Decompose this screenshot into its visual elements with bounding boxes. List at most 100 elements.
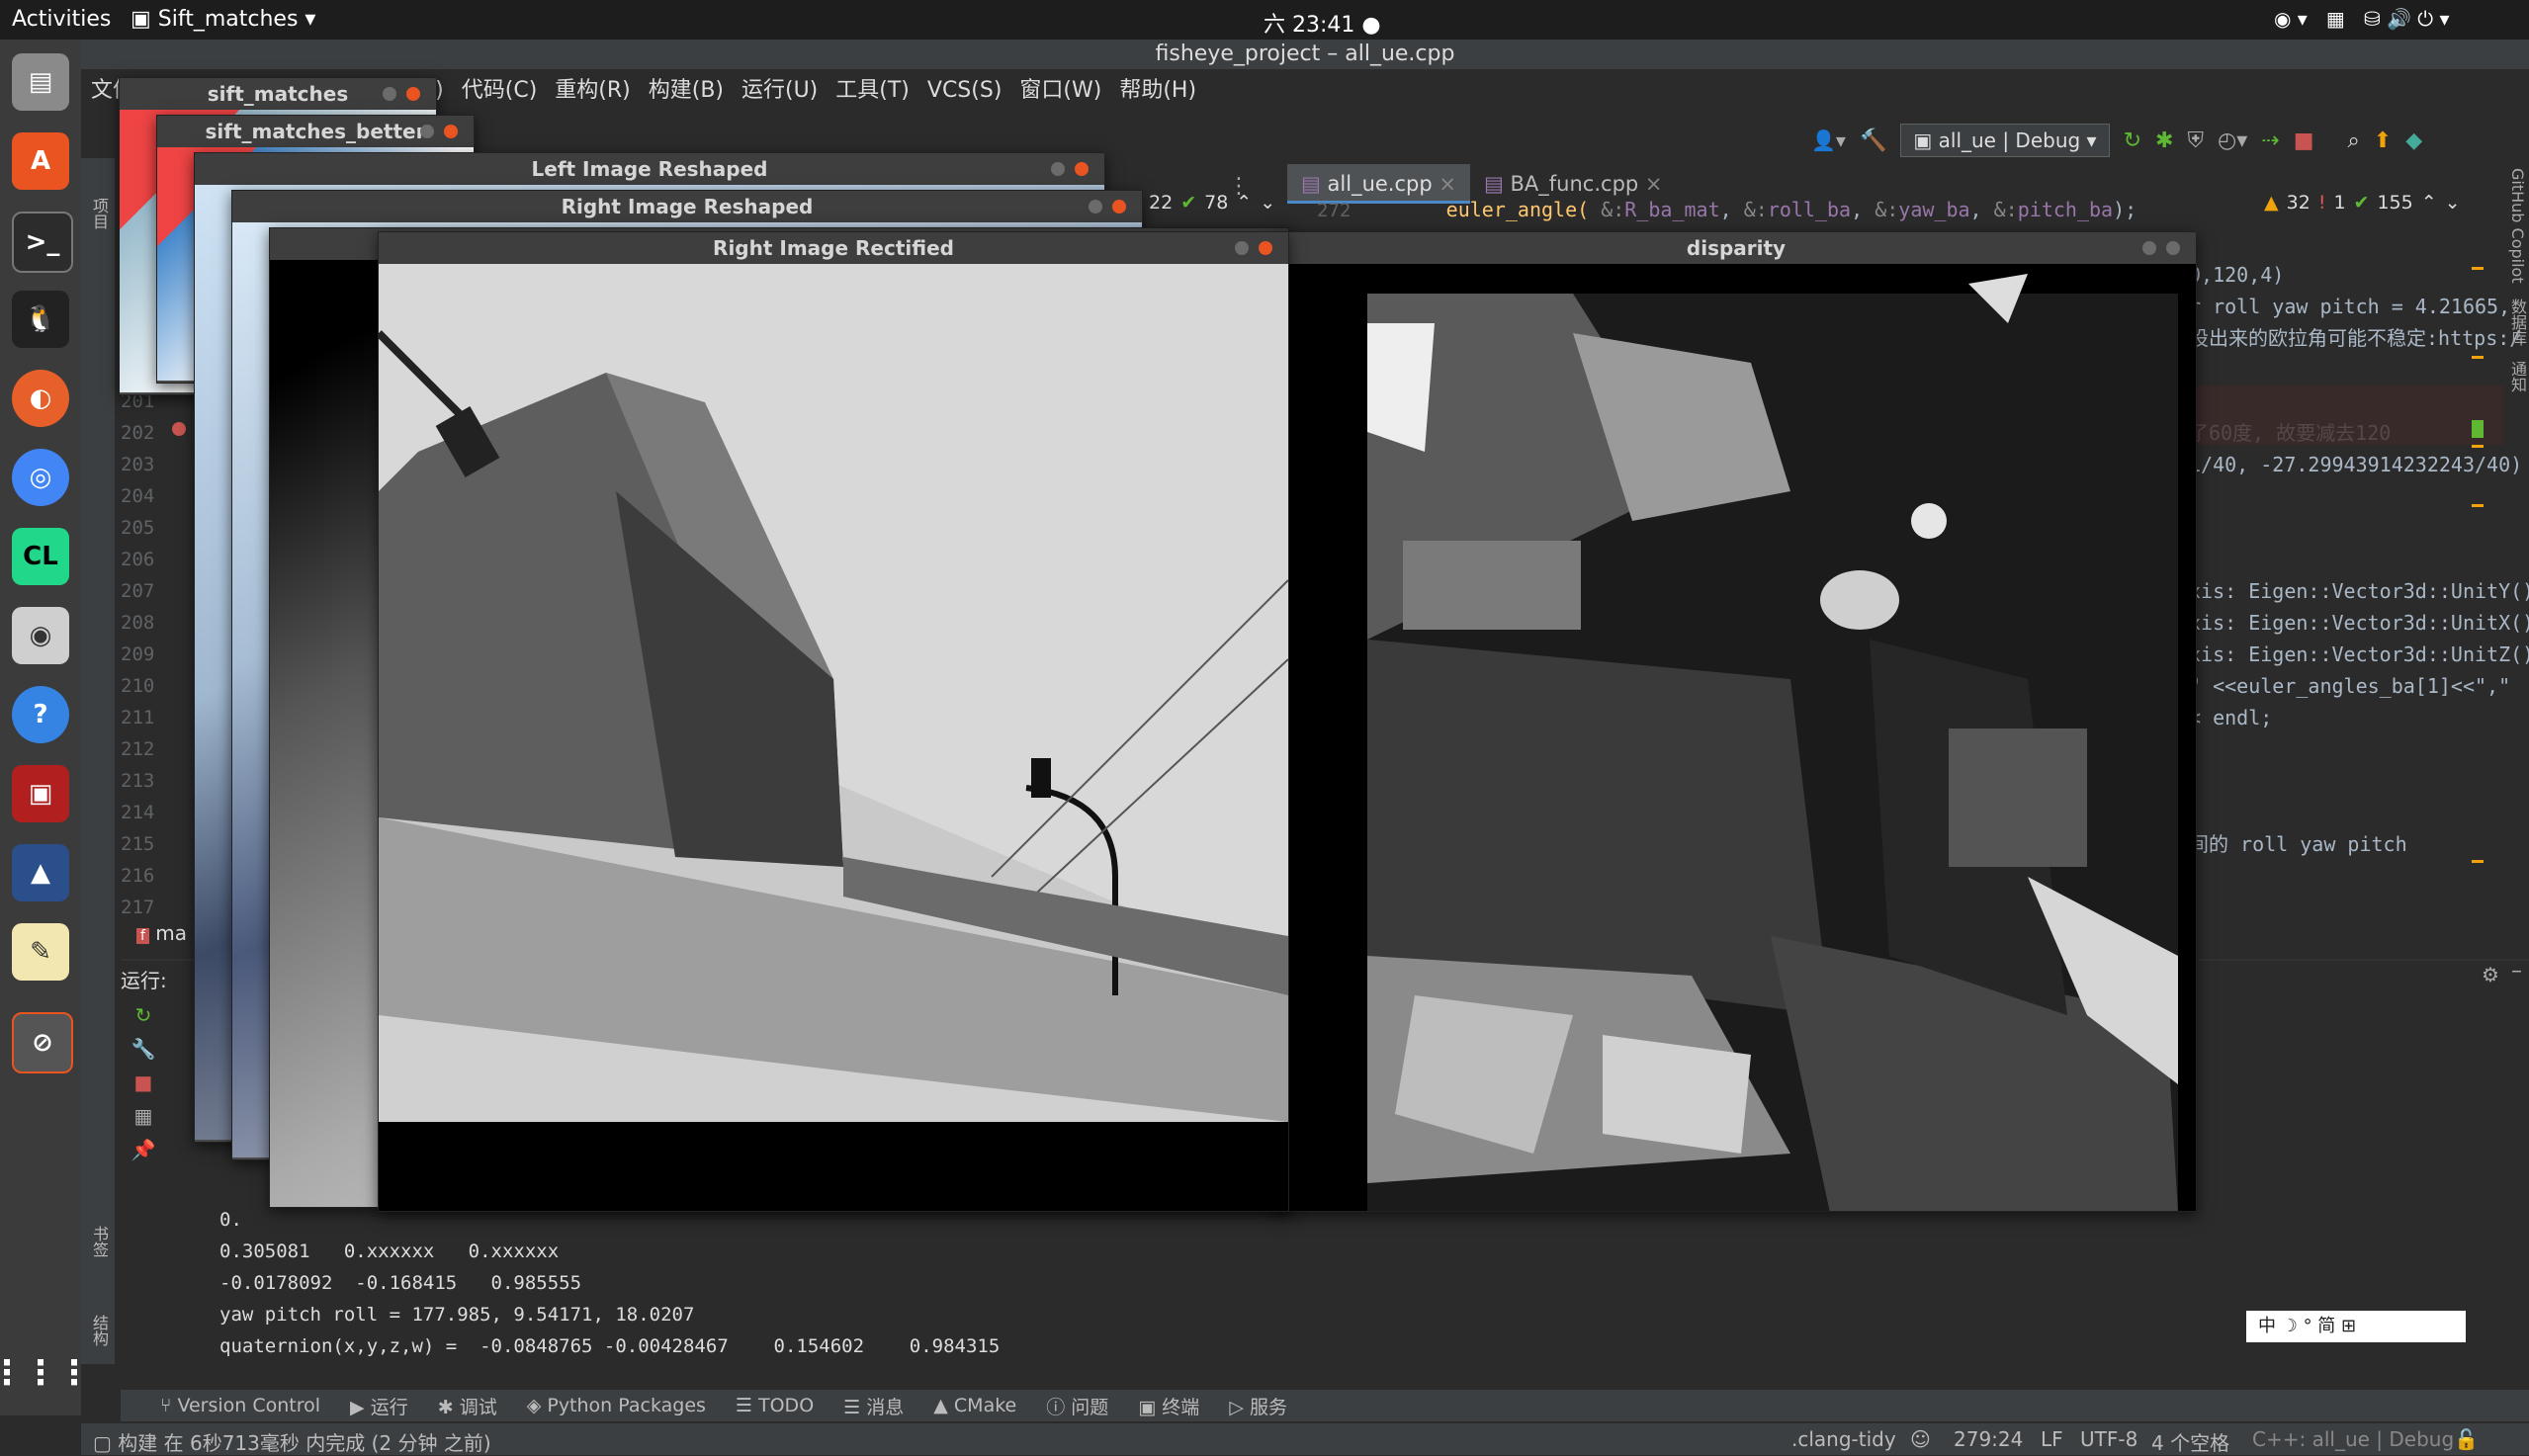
line-number[interactable]: 205 [121,512,154,544]
minimize-icon[interactable]: – [2511,959,2522,984]
menu-item[interactable]: 窗口(W) [1019,71,1101,111]
camera-icon[interactable]: ◉ [12,607,69,664]
chevron-down-icon[interactable]: ⌄ [1260,192,1275,214]
lock-icon[interactable]: 🔓 [2454,1427,2479,1451]
pin-icon[interactable]: 📌 [131,1138,156,1161]
indent-setting[interactable]: 4 个空格 [2151,1427,2229,1456]
cursor-position[interactable]: 279:24 [1954,1427,2023,1451]
line-number[interactable]: 212 [121,733,154,765]
tool-tab[interactable]: ✱ 调试 [438,1393,497,1419]
text-editor-icon[interactable]: ✎ [12,923,69,981]
minimize-icon[interactable] [383,87,396,101]
line-number[interactable]: 215 [121,828,154,860]
chrome-icon[interactable]: ◎ [12,449,69,506]
line-number[interactable]: 213 [121,765,154,797]
console-output[interactable]: 0. 0.305081 0.xxxxxx 0.xxxxxx -0.0178092 -… [219,1204,1000,1362]
menu-item[interactable]: 运行(U) [741,71,818,111]
encoding[interactable]: UTF-8 [2080,1427,2137,1451]
line-number[interactable]: 211 [121,702,154,733]
database-tab[interactable]: 数据库 [2508,299,2527,346]
window-disparity[interactable]: disparity [1275,231,2197,1212]
tool-tab[interactable]: ⓘ 问题 [1046,1393,1108,1419]
menu-item[interactable]: 代码(C) [462,71,538,111]
files-icon[interactable]: ▤ [12,53,69,111]
bookmarks-tab[interactable]: 书签 [87,1226,111,1257]
line-number[interactable]: 217 [121,892,154,923]
app-icon[interactable]: ▣ [12,765,69,822]
coverage-icon[interactable]: ⛨ [2187,128,2204,153]
tool-tab[interactable]: ▣ 终端 [1138,1393,1199,1419]
close-icon[interactable] [444,125,458,138]
attach-icon[interactable]: ⇢ [2261,128,2279,153]
tool-tab[interactable]: ☰ TODO [736,1395,814,1416]
line-number[interactable]: 209 [121,639,154,670]
build-hammer-icon[interactable]: 🔨 [1860,128,1886,153]
copilot-tab[interactable]: GitHub Copilot [2508,168,2527,284]
left-inspection-counters[interactable]: 22 ✔ 78 ⌃ ⌄ [1149,192,1275,214]
clock[interactable]: 六 23:41 ● [1264,7,1381,39]
layout-icon[interactable]: ▦ [134,1104,153,1128]
search-icon[interactable]: ⌕ [2347,128,2359,153]
user-icon[interactable]: 👤▾ [1811,128,1846,152]
build-status[interactable]: ▢ 构建 在 6秒713毫秒 内完成 (2 分钟 之前) [93,1427,491,1456]
close-icon[interactable] [1112,200,1126,214]
minimize-icon[interactable] [1051,162,1065,176]
line-number[interactable]: 202 [121,417,154,449]
line-number[interactable]: 210 [121,670,154,702]
line-number[interactable]: 203 [121,449,154,480]
no-entry-icon[interactable]: ⊘ [12,1012,73,1073]
cat-icon[interactable]: ▲ [12,844,69,901]
minimize-icon[interactable] [1089,200,1102,214]
plugin-icon[interactable]: ◆ [2405,128,2422,153]
show-apps-icon[interactable]: ⋮⋮⋮ [0,1344,91,1402]
close-icon[interactable] [406,87,420,101]
line-number[interactable]: 216 [121,860,154,892]
ime-toolbar[interactable]: 中 ☽ ° 简 ⊞ [2246,1311,2466,1342]
menu-item[interactable]: 构建(B) [649,71,724,111]
tool-tab[interactable]: ☰ 消息 [843,1393,904,1419]
chevron-down-icon[interactable]: ⌄ [2445,192,2461,214]
rerun-icon[interactable]: ↻ [135,1003,152,1027]
line-number[interactable]: 207 [121,575,154,607]
minimize-icon[interactable] [1235,241,1249,255]
close-icon[interactable]: × [1645,172,1663,196]
project-tab[interactable]: 项目 [87,198,111,229]
update-icon[interactable]: ⬆ [2374,128,2392,153]
structure-tab[interactable]: 结构 [87,1315,111,1346]
tool-tab[interactable]: ▲ CMake [933,1395,1016,1416]
software-center-icon[interactable]: A [12,132,69,190]
stop-icon[interactable]: ■ [2294,128,2314,153]
copilot-status-icon[interactable]: ☺ [1910,1427,1931,1451]
close-icon[interactable]: × [1439,172,1456,196]
browser-icon[interactable]: ◐ [12,370,69,427]
line-number[interactable]: 208 [121,607,154,639]
app-menu[interactable]: ▣ Sift_matches ▾ [131,7,315,32]
tool-tab[interactable]: ◈ Python Packages [527,1395,706,1416]
code-line-272[interactable]: 272 euler_angle( &:R_ba_mat, &:roll_ba, … [1317,198,2137,221]
run-config-select[interactable]: ▣ all_ue | Debug ▾ [1900,124,2110,157]
right-inspection-counters[interactable]: ▲ 32 ! 1 ✔ 155 ⌃ ⌄ [2264,192,2461,214]
clang-tidy-status[interactable]: .clang-tidy [1791,1427,1896,1451]
line-number[interactable]: 214 [121,797,154,828]
file-tab-bottom[interactable]: f ma [136,921,187,945]
breakpoint-icon[interactable] [172,422,186,436]
tool-tab[interactable]: ▷ 服务 [1229,1393,1287,1419]
activities-button[interactable]: Activities [12,7,111,32]
help-icon[interactable]: ? [12,686,69,743]
debug-bug-icon[interactable]: ✱ [2155,128,2173,153]
terminal-icon[interactable]: >_ [12,212,73,273]
minimize-icon[interactable] [420,125,434,138]
close-icon[interactable] [2166,241,2180,255]
menu-item[interactable]: VCS(S) [927,71,1003,111]
clion-icon[interactable]: CL [12,528,69,585]
qq-icon[interactable]: 🐧 [12,291,69,348]
tool-tab[interactable]: ⑂ Version Control [160,1395,320,1416]
chevron-up-icon[interactable]: ⌃ [2421,192,2437,214]
rerun-icon[interactable]: ↻ [2124,128,2141,153]
tray-icons[interactable]: ◉ ▾ ▦ ⛁ 🔊 ⏻ ▾ [2274,7,2449,31]
notifications-tab[interactable]: 通知 [2508,361,2527,392]
line-number[interactable]: 206 [121,544,154,575]
close-icon[interactable] [1075,162,1089,176]
line-number[interactable]: 204 [121,480,154,512]
close-icon[interactable] [1259,241,1272,255]
